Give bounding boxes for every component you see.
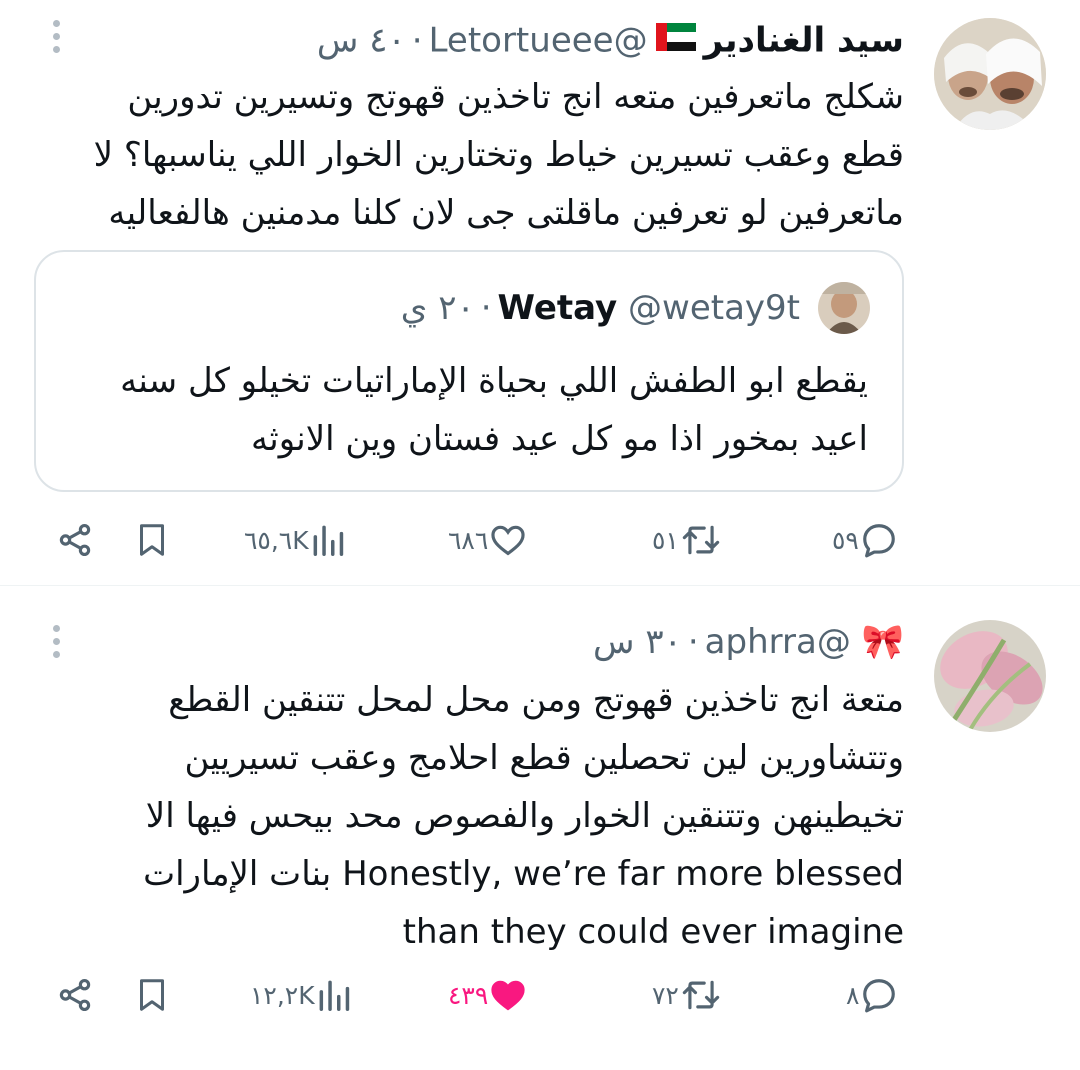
bookmark-button[interactable] bbox=[134, 971, 170, 1019]
bookmark-icon bbox=[140, 979, 164, 1011]
likes-count: ٦٨٦ bbox=[448, 525, 489, 555]
views-button[interactable]: ١٢,٢K bbox=[246, 971, 353, 1019]
tweet-text-line: شكلج ماتعرفين متعه انج تاخذين قهوتج وتسي… bbox=[127, 77, 904, 117]
bookmark-icon bbox=[140, 524, 164, 556]
tweet-header: 🎀 @aphrra·٣٠ س bbox=[593, 622, 904, 662]
views-icon bbox=[319, 980, 349, 1011]
retweet-icon bbox=[682, 980, 720, 1010]
tweet-header: سيد الغنادير@Letortueee·٤٠ س bbox=[80, 18, 904, 62]
author-name[interactable]: سيد الغنادير bbox=[704, 21, 904, 61]
retweet-button[interactable]: ٧٢ bbox=[648, 971, 723, 1019]
tweet-text-line: ماتعرفين لو تعرفين ماقلتى جى لان كلنا مد… bbox=[108, 193, 904, 233]
quoted-tweet[interactable]: Wetay @wetay9t·٢٠ ي يقطع ابو الطفش اللي … bbox=[34, 250, 904, 492]
share-icon bbox=[59, 979, 91, 1011]
quoted-timestamp: ٢٠ ي bbox=[400, 288, 475, 328]
retweets-count: ٥١ bbox=[652, 525, 679, 555]
quoted-handle: @wetay9t bbox=[628, 288, 800, 328]
english-text: Honestly, we’re far more blessed bbox=[342, 854, 904, 894]
views-button[interactable]: ٦٥,٦K bbox=[240, 516, 347, 564]
heart-icon bbox=[491, 525, 525, 556]
tweet-text-line: تخيطينهن وتتنقين الخوار والفصوص محد بيحس… bbox=[145, 796, 904, 836]
tweet-text: شكلج ماتعرفين متعه انج تاخذين قهوتج وتسي… bbox=[70, 68, 904, 242]
more-options-icon[interactable] bbox=[48, 20, 64, 56]
heart-filled-icon bbox=[491, 980, 525, 1011]
avatar[interactable] bbox=[934, 620, 1046, 732]
tweet-text-line: قطع وعقب تسيرين خياط وتختارين الخوار الل… bbox=[93, 135, 904, 175]
share-button[interactable] bbox=[56, 971, 94, 1019]
quoted-avatar bbox=[818, 282, 870, 334]
replies-count: ٥٩ bbox=[832, 525, 859, 555]
views-count: ١٢,٢K bbox=[250, 980, 315, 1010]
quoted-author-name: Wetay bbox=[497, 288, 618, 328]
tweet-text-line: وتتشاورين لين تحصلين قطع احلامج وعقب تسي… bbox=[184, 738, 904, 778]
tweet-text-line: than they could ever imagine bbox=[402, 912, 904, 952]
likes-count: ٤٣٩ bbox=[448, 980, 489, 1010]
tweet-text-line: Honestly, we’re far more blessed بنات ال… bbox=[70, 845, 904, 903]
retweet-icon bbox=[682, 525, 720, 555]
reply-icon bbox=[863, 979, 896, 1013]
tweet[interactable]: 🎀 @aphrra·٣٠ س متعة انج تاخذين قهوتج ومن… bbox=[0, 585, 1080, 1070]
more-options-icon[interactable] bbox=[48, 625, 64, 661]
tweet[interactable]: سيد الغنادير@Letortueee·٤٠ س شكلج ماتعرف… bbox=[0, 0, 1080, 585]
author-handle[interactable]: @aphrra bbox=[705, 622, 851, 662]
share-button[interactable] bbox=[56, 516, 94, 564]
tweet-text: متعة انج تاخذين قهوتج ومن محل لمحل تتنقي… bbox=[70, 671, 904, 961]
reply-button[interactable]: ٨ bbox=[842, 971, 899, 1019]
author-handle[interactable]: @Letortueee bbox=[429, 21, 648, 61]
share-icon bbox=[59, 524, 91, 556]
retweet-button[interactable]: ٥١ bbox=[648, 516, 723, 564]
timestamp[interactable]: ٤٠ س bbox=[317, 21, 406, 61]
like-button[interactable]: ٦٨٦ bbox=[444, 516, 528, 564]
arabic-text: بنات الإمارات bbox=[143, 854, 332, 894]
quoted-header: Wetay @wetay9t·٢٠ ي bbox=[400, 288, 800, 328]
quoted-text-line: يقطع ابو الطفش اللي بحياة الإماراتيات تخ… bbox=[120, 361, 868, 401]
reply-icon bbox=[863, 524, 895, 558]
uae-flag-icon bbox=[655, 18, 696, 62]
avatar[interactable] bbox=[934, 18, 1046, 130]
action-bar: ٦٥,٦K ٦٨٦ ٥١ ٥٩ bbox=[50, 516, 906, 564]
bookmark-button[interactable] bbox=[134, 516, 170, 564]
ribbon-icon: 🎀 bbox=[861, 622, 904, 662]
replies-count: ٨ bbox=[846, 980, 860, 1010]
action-bar: ١٢,٢K ٤٣٩ ٧٢ ٨ bbox=[50, 971, 906, 1019]
views-count: ٦٥,٦K bbox=[244, 525, 309, 555]
views-icon bbox=[313, 525, 343, 556]
quoted-text-line: اعيد بمخور اذا مو كل عيد فستان وين الانو… bbox=[251, 419, 868, 459]
retweets-count: ٧٢ bbox=[652, 980, 679, 1010]
quoted-text: يقطع ابو الطفش اللي بحياة الإماراتيات تخ… bbox=[66, 352, 868, 468]
like-button[interactable]: ٤٣٩ bbox=[444, 971, 528, 1019]
tweet-text-line: متعة انج تاخذين قهوتج ومن محل لمحل تتنقي… bbox=[168, 680, 904, 720]
reply-button[interactable]: ٥٩ bbox=[828, 516, 899, 564]
timestamp[interactable]: ٣٠ س bbox=[593, 622, 682, 662]
